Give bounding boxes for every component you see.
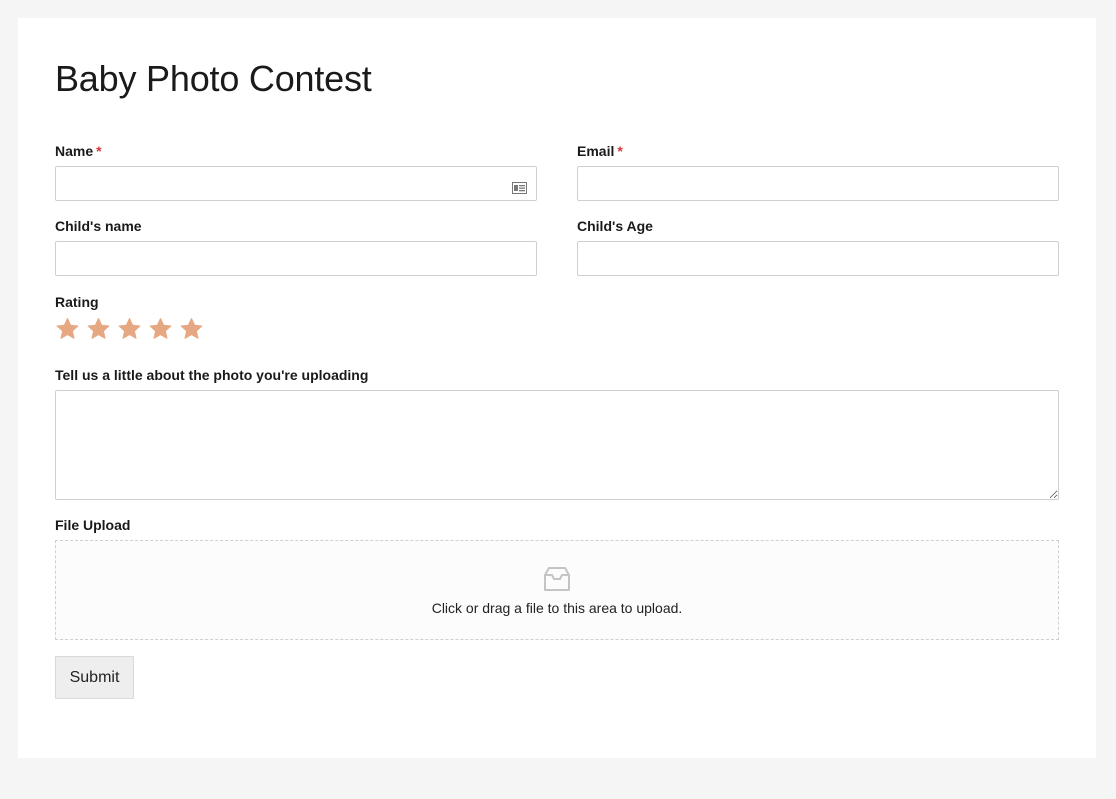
name-label: Name * <box>55 142 537 160</box>
child-age-input[interactable] <box>577 241 1059 276</box>
star-rating <box>55 317 355 341</box>
file-upload-label: File Upload <box>55 517 131 533</box>
email-label: Email * <box>577 142 1059 160</box>
name-label-text: Name <box>55 143 94 159</box>
name-input-wrap <box>55 166 537 201</box>
star-icon[interactable] <box>55 317 80 341</box>
child-age-label: Child's Age <box>577 218 653 234</box>
page-title: Baby Photo Contest <box>55 58 372 99</box>
child-name-field-group: Child's name <box>55 217 537 276</box>
required-marker: * <box>617 143 623 159</box>
child-age-field-group: Child's Age <box>577 217 1059 276</box>
child-name-label: Child's name <box>55 218 142 234</box>
star-icon[interactable] <box>148 317 173 341</box>
email-input[interactable] <box>577 166 1059 201</box>
file-upload-dropzone[interactable]: Click or drag a file to this area to upl… <box>55 540 1059 640</box>
email-field-group: Email * <box>577 142 1059 201</box>
name-field-group: Name * <box>55 142 537 201</box>
about-photo-label: Tell us a little about the photo you're … <box>55 367 369 383</box>
required-marker: * <box>96 143 102 159</box>
name-input[interactable] <box>55 166 537 201</box>
about-photo-wrap <box>55 390 1059 500</box>
star-icon[interactable] <box>179 317 204 341</box>
dropzone-text: Click or drag a file to this area to upl… <box>431 600 683 616</box>
submit-button[interactable]: Submit <box>55 656 134 699</box>
star-icon[interactable] <box>117 317 142 341</box>
inbox-tray-icon <box>544 567 570 591</box>
rating-label: Rating <box>55 294 99 310</box>
about-photo-textarea[interactable] <box>55 390 1059 500</box>
child-name-input[interactable] <box>55 241 537 276</box>
email-label-text: Email <box>577 143 615 159</box>
contact-card-icon[interactable] <box>512 182 527 194</box>
rating-field-group: Rating <box>55 293 355 341</box>
star-icon[interactable] <box>86 317 111 341</box>
form-card: Baby Photo Contest Name * Email * Child's … <box>18 18 1096 758</box>
about-photo-field-group: Tell us a little about the photo you're … <box>55 366 1059 500</box>
file-upload-field-group: File Upload Click or drag a file to this… <box>55 516 1059 640</box>
